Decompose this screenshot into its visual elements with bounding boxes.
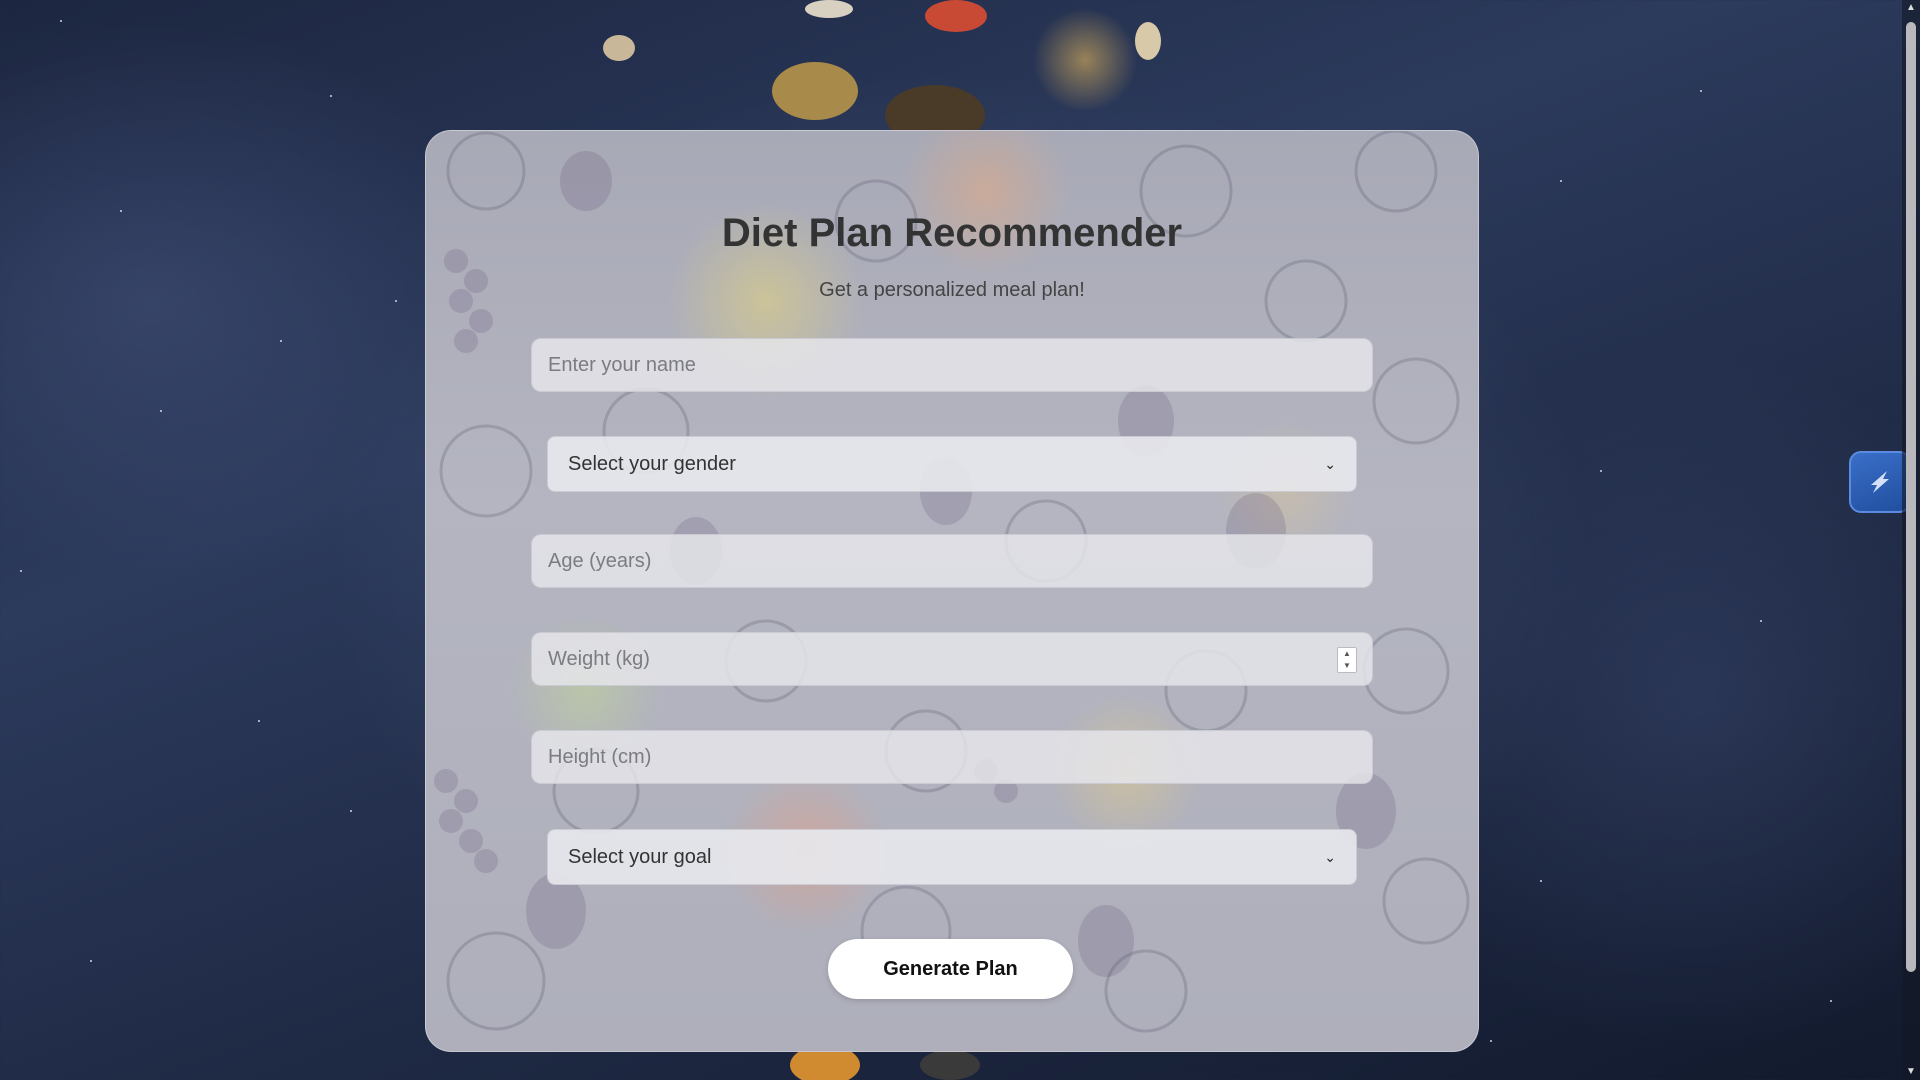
chevron-down-icon: ⌄ [1324, 455, 1336, 472]
scroll-down-icon[interactable]: ▼ [1905, 1066, 1917, 1078]
page-title: Diet Plan Recommender [721, 211, 1183, 255]
triangle-up-icon[interactable]: ▲ [1338, 648, 1356, 660]
triangle-down-icon[interactable]: ▼ [1338, 660, 1356, 672]
weight-stepper[interactable]: ▲ ▼ [1337, 647, 1357, 673]
name-input[interactable] [531, 338, 1373, 392]
extension-icon [1871, 471, 1889, 493]
gender-select[interactable]: Select your gender ⌄ [547, 436, 1357, 492]
diet-form-card: Diet Plan Recommender Get a personalized… [425, 130, 1479, 1052]
weight-input[interactable] [531, 632, 1373, 686]
generate-plan-button[interactable]: Generate Plan [828, 939, 1073, 999]
page-subtitle: Get a personalized meal plan! [819, 279, 1085, 301]
scroll-up-icon[interactable]: ▲ [1905, 2, 1917, 14]
age-input[interactable] [531, 534, 1373, 588]
page-scrollbar[interactable]: ▲ ▼ [1902, 0, 1920, 1080]
chevron-down-icon: ⌄ [1324, 848, 1336, 865]
scrollbar-thumb[interactable] [1906, 22, 1916, 972]
weight-field-wrapper: ▲ ▼ [531, 632, 1373, 686]
goal-select[interactable]: Select your goal ⌄ [547, 829, 1357, 885]
height-input[interactable] [531, 730, 1373, 784]
gender-select-value: Select your gender [568, 452, 736, 475]
goal-select-value: Select your goal [568, 845, 712, 868]
